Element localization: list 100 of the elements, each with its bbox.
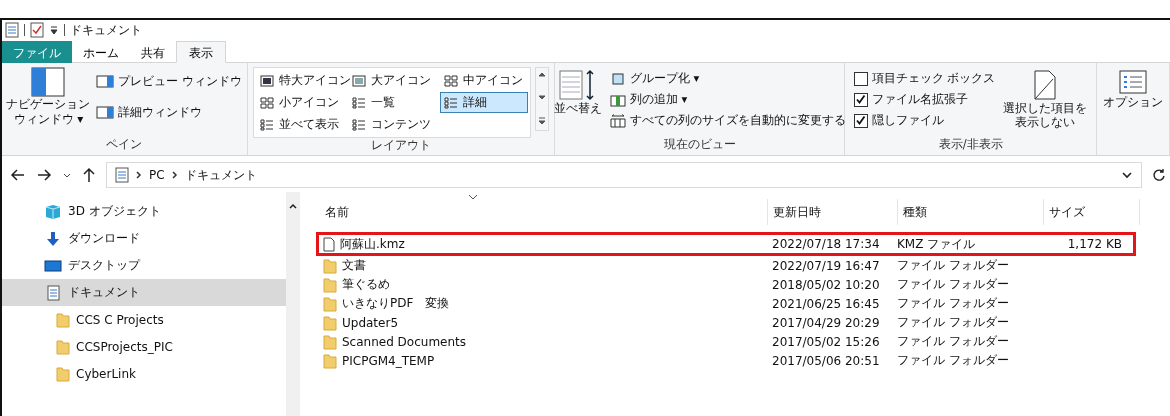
item-label: ドキュメント	[68, 284, 140, 301]
up-arrow-icon[interactable]	[82, 167, 96, 183]
checkbox[interactable]	[853, 71, 868, 86]
file-row[interactable]: 文書 2022/07/19 16:47 ファイル フォルダー	[316, 256, 1136, 275]
file-row[interactable]: Scanned Documents 2017/05/02 15:26 ファイル フォルダー	[316, 332, 1136, 351]
type-cell-text: ファイル フォルダー	[897, 257, 1010, 274]
pane-icon	[96, 75, 115, 88]
sidebar-item[interactable]: 3D オブジェクト	[2, 198, 286, 225]
layout-option[interactable]: 小アイコン	[256, 92, 348, 113]
refresh-icon[interactable]	[1152, 168, 1166, 182]
list-icon	[352, 118, 366, 131]
layout-option[interactable]: 特大アイコン	[256, 70, 348, 91]
list-icon	[260, 118, 274, 131]
folder-icon	[323, 352, 337, 369]
column-header[interactable]: 種類	[898, 199, 1044, 225]
sidebar-item[interactable]: ドキュメント	[2, 279, 286, 306]
layout-option[interactable]: 一覧	[348, 92, 440, 113]
sidebar-item[interactable]: CCSProjects_PIC	[2, 333, 286, 360]
checkbox-option[interactable]: 隠しファイル	[851, 111, 998, 130]
sort-button[interactable]: 並べ替え	[551, 65, 604, 120]
scroll-up-icon[interactable]	[288, 202, 298, 210]
group-label: 現在のビュー	[663, 137, 736, 153]
type-cell-text: ファイル フォルダー	[897, 314, 1010, 331]
navigation-pane-button[interactable]: ナビゲーション ウィンドウ ▾	[5, 65, 92, 129]
sidebar-item[interactable]: CyberLink	[2, 360, 286, 387]
page-icon	[1032, 69, 1059, 101]
autosize-columns-button[interactable]: すべての列のサイズを自動的に変更する	[607, 111, 848, 130]
item-label: CyberLink	[76, 366, 136, 381]
add-column-button[interactable]: 列の追加 ▾	[607, 90, 848, 109]
checkbox[interactable]	[853, 92, 868, 107]
sort-indicator-icon	[468, 194, 478, 200]
checkbox-option[interactable]: ファイル名拡張子	[851, 90, 998, 109]
file-row[interactable]: PICPGM4_TEMP 2017/05/06 20:51 ファイル フォルダー	[316, 351, 1136, 370]
window-title: ドキュメント	[70, 21, 142, 39]
button-label: ウィンドウ ▾	[13, 112, 84, 127]
button-label: オプション	[1103, 95, 1163, 110]
item-label: ダウンロード	[68, 230, 140, 247]
file-row[interactable]: 阿蘇山.kmz 2022/07/18 17:34 KMZ ファイル 1,172 KB	[316, 232, 1136, 256]
grid-icon	[260, 96, 274, 109]
button-label: 表示しない	[1015, 115, 1076, 130]
folder-icon	[56, 365, 70, 382]
forward-icon[interactable]	[36, 168, 52, 182]
back-icon[interactable]	[10, 168, 26, 182]
ribbon-tab[interactable]: ファイル	[2, 41, 72, 63]
folder-icon	[323, 295, 337, 312]
sidebar-item[interactable]: CCS C Projects	[2, 306, 286, 333]
file-row[interactable]: Updater5 2017/04/29 20:29 ファイル フォルダー	[316, 313, 1136, 332]
hide-selected-button[interactable]: 選択した項目を 表示しない	[1001, 65, 1090, 134]
cube-icon	[44, 203, 62, 220]
type-cell-text: ファイル フォルダー	[897, 295, 1010, 312]
list-icon	[352, 96, 366, 109]
date-cell-text: 2022/07/19 16:47	[772, 258, 881, 273]
date-cell-text: 2022/07/18 17:34	[772, 237, 881, 251]
date-cell-text: 2017/05/06 20:51	[772, 353, 881, 368]
grid-icon	[444, 74, 458, 87]
item-label: CCSProjects_PIC	[76, 339, 173, 354]
address-bar[interactable]: PC ドキュメント	[106, 162, 1142, 188]
options-icon	[1118, 69, 1148, 95]
scrollbar[interactable]	[286, 192, 300, 416]
size-cell-text: 1,172 KB	[1066, 237, 1122, 251]
sidebar-item[interactable]: ダウンロード	[2, 225, 286, 252]
chevron-right-icon	[135, 170, 143, 180]
group-by-button[interactable]: グループ化 ▾	[607, 69, 848, 88]
file-name: 文書	[342, 257, 366, 274]
layout-option[interactable]: 詳細	[440, 92, 528, 113]
checklist-icon[interactable]	[30, 22, 44, 38]
layout-option[interactable]: コンテンツ	[348, 114, 440, 135]
breadcrumb[interactable]: ドキュメント	[184, 166, 257, 184]
date-cell-text: 2021/06/25 16:45	[772, 296, 881, 311]
type-cell-text: KMZ ファイル	[897, 235, 977, 253]
file-name: 阿蘇山.kmz	[340, 235, 405, 253]
options-button[interactable]: オプション	[1101, 65, 1165, 114]
column-header[interactable]: 名前	[320, 199, 768, 225]
layout-option[interactable]: 中アイコン	[440, 70, 528, 91]
group-label: 表示/非表示	[938, 137, 1003, 153]
column-header[interactable]: 更新日時	[768, 199, 898, 225]
breadcrumb[interactable]: PC	[149, 168, 165, 182]
document-icon	[115, 167, 129, 183]
picture-icon	[260, 74, 274, 87]
ribbon-tab[interactable]: 共有	[130, 41, 176, 63]
monitor-icon	[44, 257, 62, 274]
ribbon-tab[interactable]: ホーム	[72, 41, 130, 63]
button-label: ナビゲーション	[6, 97, 91, 112]
file-row[interactable]: 筆ぐるめ 2018/05/02 10:20 ファイル フォルダー	[316, 275, 1136, 294]
layout-option[interactable]: 並べて表示	[256, 114, 348, 135]
item-label: 3D オブジェクト	[68, 203, 161, 220]
chevron-down-icon[interactable]	[1121, 170, 1133, 180]
dropdown-icon[interactable]	[49, 25, 59, 35]
preview-pane-button[interactable]: プレビュー ウィンドウ	[95, 71, 244, 92]
checkbox-option[interactable]: 項目チェック ボックス	[851, 69, 998, 88]
ribbon-tab[interactable]: 表示	[176, 41, 226, 63]
list-icon	[444, 96, 458, 109]
type-cell-text: ファイル フォルダー	[897, 352, 1010, 369]
file-row[interactable]: いきなりPDF 変換 2021/06/25 16:45 ファイル フォルダー	[316, 294, 1136, 313]
file-name: PICPGM4_TEMP	[342, 353, 435, 368]
sidebar-item[interactable]: デスクトップ	[2, 252, 286, 279]
details-pane-button[interactable]: 詳細ウィンドウ	[95, 102, 244, 123]
checkbox[interactable]	[853, 113, 868, 128]
column-header[interactable]: サイズ	[1044, 199, 1140, 225]
column-resize-icon	[609, 113, 626, 128]
